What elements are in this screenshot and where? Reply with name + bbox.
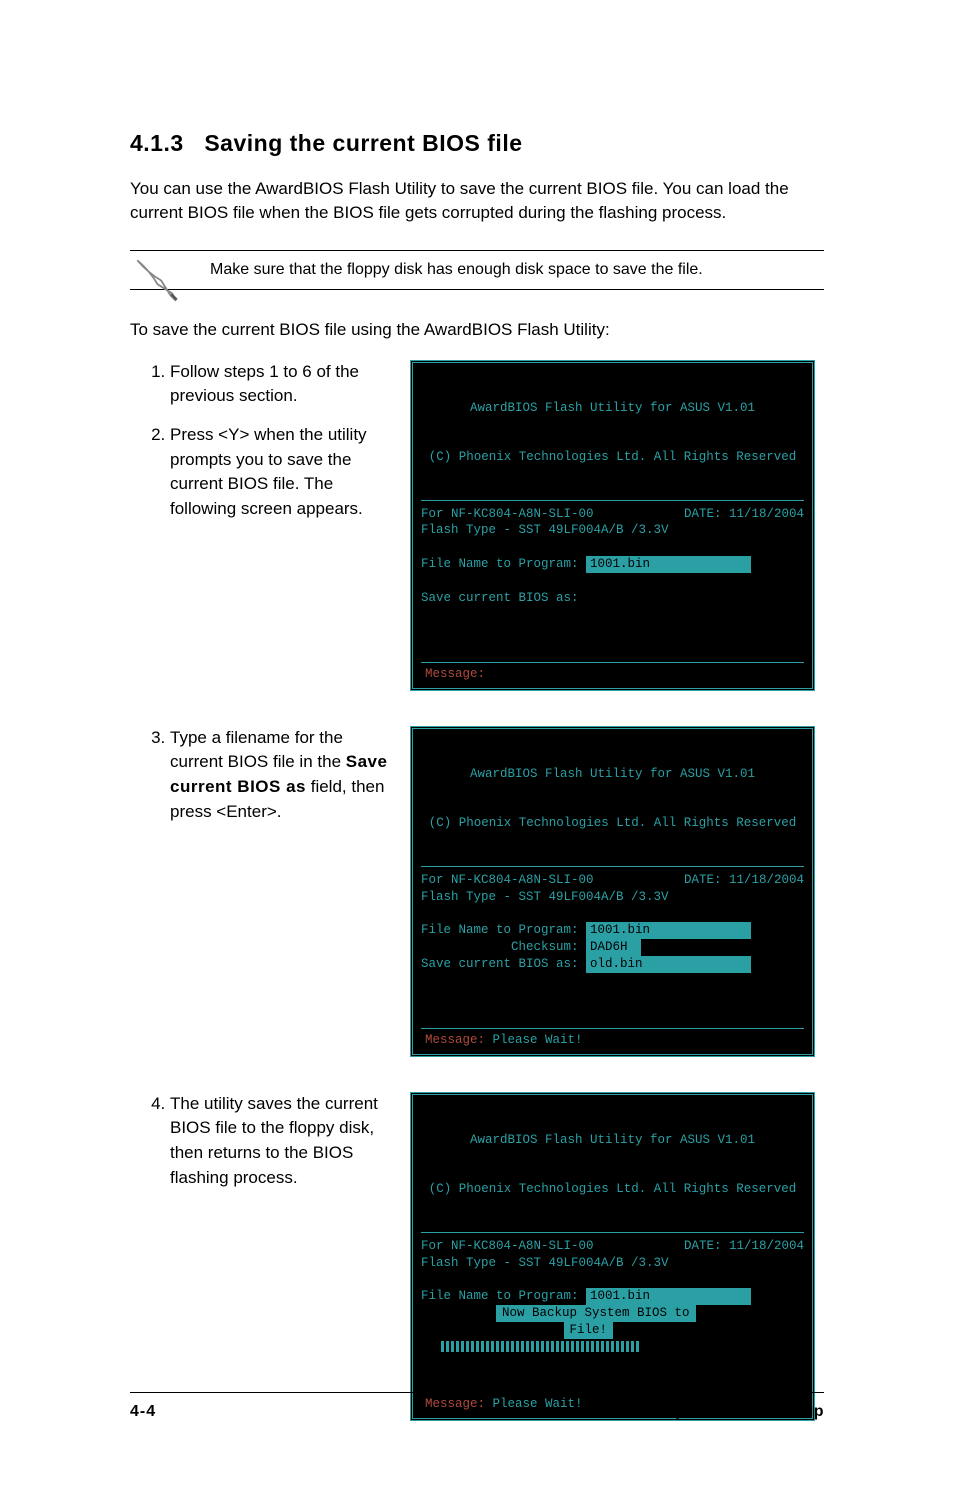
bios-message-text: Please Wait! [493, 1033, 583, 1047]
intro-paragraph: You can use the AwardBIOS Flash Utility … [130, 177, 824, 225]
note-text: Make sure that the floppy disk has enoug… [210, 261, 703, 278]
bios-date-label: DATE: [684, 507, 729, 521]
bios-date-value: 11/18/2004 [729, 507, 804, 521]
step-3: Type a filename for the current BIOS fil… [170, 726, 400, 825]
bios-flash-type: Flash Type - SST 49LF004A/B /3.3V [421, 522, 804, 539]
step-1: Follow steps 1 to 6 of the previous sect… [170, 360, 400, 409]
bios-for-line: For NF-KC804-A8N-SLI-00 [421, 873, 594, 887]
step-4: The utility saves the current BIOS file … [170, 1092, 400, 1191]
bios-screenshot-3: AwardBIOS Flash Utility for ASUS V1.01 (… [410, 1092, 815, 1421]
bios-backup-line2: File! [564, 1322, 614, 1339]
bios-message-label: Message: [425, 1033, 485, 1047]
bios-message-label: Message: [425, 667, 485, 681]
bios-copyright: (C) Phoenix Technologies Ltd. All Rights… [421, 1181, 804, 1197]
bios-saveas-field[interactable]: old.bin [586, 956, 751, 973]
bios-copyright: (C) Phoenix Technologies Ltd. All Rights… [421, 815, 804, 831]
bios-filename-label: File Name to Program: [421, 1289, 579, 1303]
note-callout: Make sure that the floppy disk has enoug… [130, 250, 824, 290]
pencil-note-icon [130, 253, 185, 308]
bios-for-line: For NF-KC804-A8N-SLI-00 [421, 507, 594, 521]
bios-title: AwardBIOS Flash Utility for ASUS V1.01 [421, 766, 804, 782]
page-footer: 4-4 Chapter 4: BIOS setup [130, 1392, 824, 1421]
bios-filename-value: 1001.bin [586, 1288, 751, 1305]
bios-filename-value: 1001.bin [586, 922, 751, 939]
bios-copyright: (C) Phoenix Technologies Ltd. All Rights… [421, 449, 804, 465]
section-heading: 4.1.3 Saving the current BIOS file [130, 130, 824, 157]
bios-saveas-label: Save current BIOS as: [421, 957, 579, 971]
bios-checksum-value: DAD6H [586, 939, 641, 956]
bios-filename-label: File Name to Program: [421, 557, 579, 571]
bios-saveas-label: Save current BIOS as: [421, 591, 579, 605]
bios-for-line: For NF-KC804-A8N-SLI-00 [421, 1239, 594, 1253]
bios-progress-bar [441, 1341, 641, 1352]
chapter-label: Chapter 4: BIOS setup [644, 1403, 824, 1421]
bios-title: AwardBIOS Flash Utility for ASUS V1.01 [421, 1132, 804, 1148]
bios-date-value: 11/18/2004 [729, 1239, 804, 1253]
page-number: 4-4 [130, 1403, 156, 1421]
step-2: Press <Y> when the utility prompts you t… [170, 423, 400, 522]
section-title-text: Saving the current BIOS file [204, 130, 522, 156]
section-number: 4.1.3 [130, 130, 184, 156]
bios-filename-value: 1001.bin [586, 556, 751, 573]
bios-backup-line1: Now Backup System BIOS to [496, 1305, 696, 1322]
bios-flash-type: Flash Type - SST 49LF004A/B /3.3V [421, 1255, 804, 1272]
bios-date-value: 11/18/2004 [729, 873, 804, 887]
bios-screenshot-1: AwardBIOS Flash Utility for ASUS V1.01 (… [410, 360, 815, 691]
bios-screenshot-2: AwardBIOS Flash Utility for ASUS V1.01 (… [410, 726, 815, 1057]
bios-date-label: DATE: [684, 1239, 729, 1253]
bios-filename-label: File Name to Program: [421, 923, 579, 937]
bios-checksum-label: Checksum: [511, 940, 579, 954]
bios-date-label: DATE: [684, 873, 729, 887]
bios-flash-type: Flash Type - SST 49LF004A/B /3.3V [421, 889, 804, 906]
lead-sentence: To save the current BIOS file using the … [130, 320, 824, 340]
bios-title: AwardBIOS Flash Utility for ASUS V1.01 [421, 400, 804, 416]
